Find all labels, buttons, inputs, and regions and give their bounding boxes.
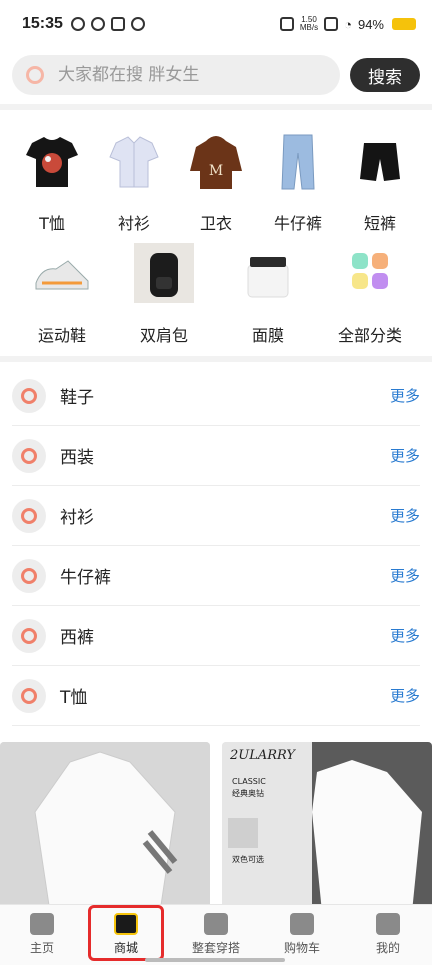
logo-icon xyxy=(12,678,46,713)
more-link[interactable]: 更多 xyxy=(390,385,420,406)
battery-icon xyxy=(392,18,416,30)
sneaker-icon xyxy=(31,242,93,304)
net-speed: 1.50 MB/s xyxy=(299,15,319,32)
list-item[interactable]: 鞋子 更多 xyxy=(12,366,420,426)
shirt-icon xyxy=(103,130,165,192)
tshirt-icon xyxy=(21,130,83,192)
search-button[interactable]: 搜索 xyxy=(350,58,420,92)
category-backpack[interactable]: 双肩包 xyxy=(124,242,204,346)
backpack-icon xyxy=(133,242,195,304)
tab-home[interactable]: 主页 xyxy=(14,905,70,965)
tab-outfit[interactable]: 整套穿搭 xyxy=(186,905,246,965)
divider xyxy=(0,356,432,362)
category-label: 卫衣 xyxy=(199,214,232,233)
search-box[interactable] xyxy=(12,55,340,95)
more-link[interactable]: 更多 xyxy=(390,625,420,646)
brand-text: 2ULARRY xyxy=(230,748,296,763)
search-input[interactable] xyxy=(56,64,320,86)
product-card[interactable] xyxy=(0,742,210,904)
search-icon xyxy=(26,66,44,84)
bottom-tab-bar: 主页 商城 整套穿搭 购物车 我的 xyxy=(0,904,432,965)
status-time: 15:35 xyxy=(22,15,63,32)
logo-icon xyxy=(12,438,46,473)
more-link[interactable]: 更多 xyxy=(390,565,420,586)
sim-icon xyxy=(324,17,339,31)
tab-profile[interactable]: 我的 xyxy=(360,905,416,965)
category-label: T恤 xyxy=(39,214,65,233)
search-row: 搜索 xyxy=(0,52,432,100)
list-item-label: T恤 xyxy=(60,688,88,708)
category-shirt[interactable]: 衬衫 xyxy=(94,130,174,234)
list-item-label: 衬衫 xyxy=(60,508,94,528)
list-item-label: 西裤 xyxy=(60,628,94,648)
tab-label: 整套穿搭 xyxy=(191,941,240,955)
weibo-icon xyxy=(90,17,105,31)
list-item[interactable]: 牛仔裤 更多 xyxy=(12,546,420,606)
promo-line: CLASSIC xyxy=(232,777,266,786)
category-hoodie[interactable]: M 卫衣 xyxy=(176,130,256,234)
status-bar: 15:35 1.50 MB/s ◔ 94% xyxy=(0,0,432,48)
category-label: 牛仔裤 xyxy=(273,214,322,233)
list-item-label: 牛仔裤 xyxy=(60,568,111,588)
status-right: 1.50 MB/s ◔ 94% xyxy=(279,15,416,32)
jeans-icon xyxy=(267,130,329,192)
logo-icon xyxy=(12,618,46,653)
battery-percent: 94% xyxy=(357,16,384,32)
category-label: 双肩包 xyxy=(139,326,188,345)
vibrate-icon xyxy=(279,17,294,31)
category-shorts[interactable]: 短裤 xyxy=(340,130,420,234)
notification-icons xyxy=(70,17,145,31)
logo-icon xyxy=(12,558,46,593)
category-mask[interactable]: 面膜 xyxy=(228,242,308,346)
home-indicator xyxy=(145,958,285,962)
svg-text:M: M xyxy=(209,163,223,179)
list-item[interactable]: T恤 更多 xyxy=(12,666,420,726)
white-shirt-image xyxy=(0,742,210,904)
cart-icon xyxy=(290,913,314,935)
category-label: 面膜 xyxy=(251,326,284,345)
tab-cart[interactable]: 购物车 xyxy=(274,905,330,965)
list-item-label: 鞋子 xyxy=(60,388,94,408)
list-item[interactable]: 西装 更多 xyxy=(12,426,420,486)
product-feed: 2ULARRY CLASSIC 经典奥钻 双色可选 xyxy=(0,742,432,904)
active-tab-highlight xyxy=(88,905,164,961)
list-item[interactable]: 西裤 更多 xyxy=(12,606,420,666)
home-icon xyxy=(30,913,54,935)
promo-line: 双色可选 xyxy=(232,855,264,864)
product-card[interactable]: 2ULARRY CLASSIC 经典奥钻 双色可选 xyxy=(222,742,432,904)
category-label: 短裤 xyxy=(363,214,396,233)
category-all[interactable]: 全部分类 xyxy=(330,242,410,346)
hoodie-icon: M xyxy=(185,130,247,192)
promo-line: 经典奥钻 xyxy=(232,789,264,798)
fan-icon xyxy=(130,17,145,31)
category-label: 衬衫 xyxy=(117,214,150,233)
category-list: 鞋子 更多 西装 更多 衬衫 更多 牛仔裤 更多 西裤 更多 T恤 更多 xyxy=(12,366,420,726)
category-tshirt[interactable]: T恤 xyxy=(12,130,92,234)
promo-text: CLASSIC 经典奥钻 xyxy=(232,776,266,800)
category-label: 全部分类 xyxy=(337,326,402,345)
wifi-icon: ◔ xyxy=(344,16,352,32)
more-link[interactable]: 更多 xyxy=(390,445,420,466)
logo-icon xyxy=(12,378,46,413)
logo-icon xyxy=(12,498,46,533)
notification-icon xyxy=(70,17,85,31)
shorts-icon xyxy=(349,130,411,192)
list-item-label: 西装 xyxy=(60,448,94,468)
all-categories-icon xyxy=(339,242,401,304)
product-image xyxy=(222,742,432,904)
tab-label: 主页 xyxy=(29,941,54,955)
divider xyxy=(0,104,432,110)
list-item[interactable]: 衬衫 更多 xyxy=(12,486,420,546)
app-icon xyxy=(110,17,125,31)
outfit-icon xyxy=(204,913,228,935)
tab-label: 我的 xyxy=(375,941,400,955)
category-jeans[interactable]: 牛仔裤 xyxy=(258,130,338,234)
mask-jar-icon xyxy=(237,242,299,304)
more-link[interactable]: 更多 xyxy=(390,685,420,706)
profile-icon xyxy=(376,913,400,935)
tab-label: 购物车 xyxy=(283,941,320,955)
category-label: 运动鞋 xyxy=(37,326,86,345)
category-sneakers[interactable]: 运动鞋 xyxy=(22,242,102,346)
more-link[interactable]: 更多 xyxy=(390,505,420,526)
